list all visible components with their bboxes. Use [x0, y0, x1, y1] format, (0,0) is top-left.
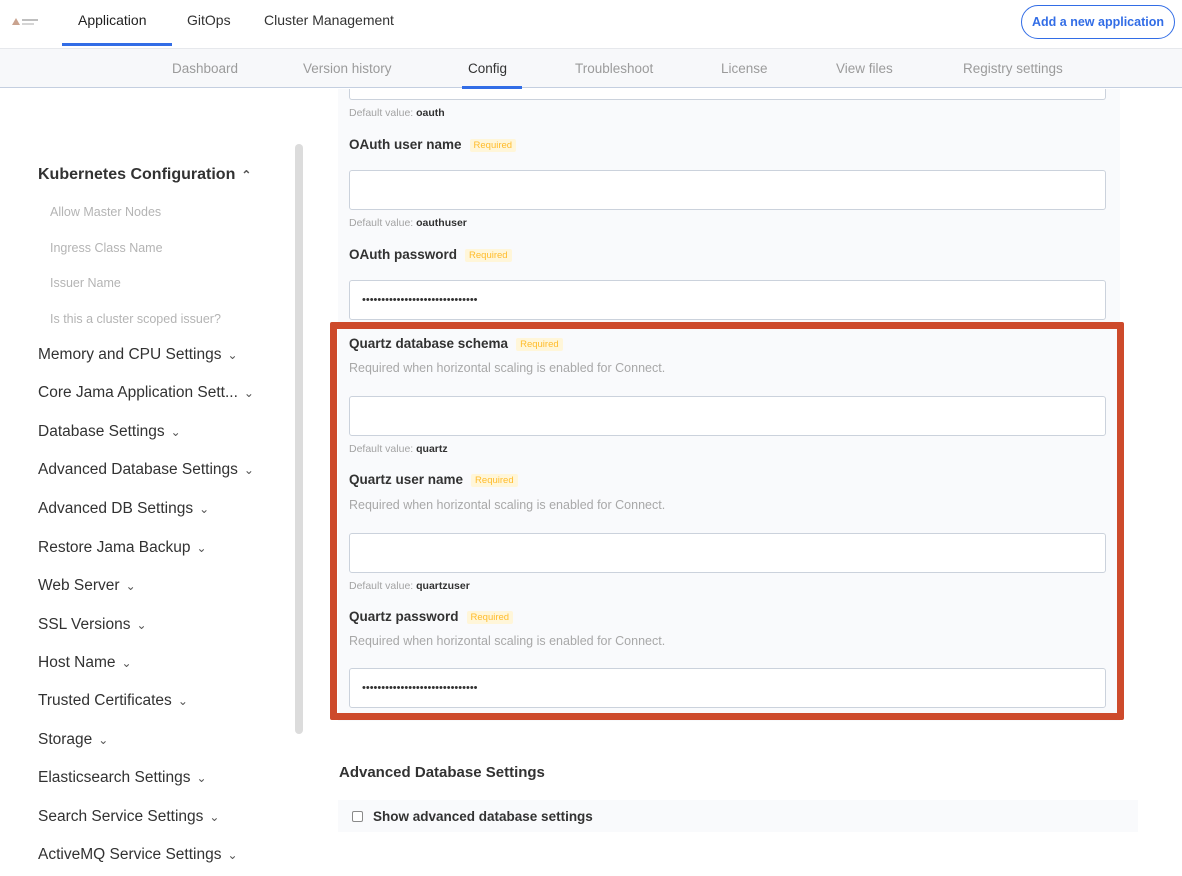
chevron-down-icon: ⌄ — [121, 656, 132, 670]
sidebar-item-trusted-certificates[interactable]: Trusted Certificates ⌄ — [38, 692, 188, 710]
show-advanced-settings-label[interactable]: Show advanced database settings — [373, 809, 593, 824]
sidebar-item-advanced-database-settings[interactable]: Advanced Database Settings ⌄ — [38, 461, 254, 479]
nav-tab-gitops[interactable]: GitOps — [187, 12, 231, 28]
required-badge: Required — [471, 473, 518, 487]
tab-dashboard[interactable]: Dashboard — [172, 61, 238, 76]
sidebar-subitem-allow-master-nodes[interactable]: Allow Master Nodes — [50, 205, 161, 219]
sidebar-item-label: Core Jama Application Sett... — [38, 384, 238, 401]
chevron-down-icon: ⌄ — [243, 463, 254, 477]
sidebar-item-label: Database Settings — [38, 423, 165, 440]
app-logo-icon — [12, 18, 38, 25]
chevron-down-icon: ⌄ — [196, 541, 207, 555]
quartz-password-label: Quartz password Required — [349, 609, 514, 624]
sidebar-item-label: Advanced DB Settings — [38, 500, 194, 517]
chevron-down-icon: ⌄ — [209, 810, 220, 824]
oauth-user-name-label: OAuth user name Required — [349, 137, 517, 152]
sidebar-item-restore-jama-backup[interactable]: Restore Jama Backup ⌄ — [38, 539, 207, 557]
sidebar-item-label: Trusted Certificates — [38, 692, 172, 709]
quartz-password-input[interactable] — [349, 668, 1106, 708]
sidebar-subitem-ingress-class-name[interactable]: Ingress Class Name — [50, 241, 163, 255]
sidebar-item-label: Search Service Settings — [38, 808, 204, 825]
required-badge: Required — [465, 248, 512, 262]
sidebar-item-ssl-versions[interactable]: SSL Versions ⌄ — [38, 616, 147, 634]
sidebar-item-elasticsearch-settings[interactable]: Elasticsearch Settings ⌄ — [38, 769, 207, 787]
quartz-user-help-text: Required when horizontal scaling is enab… — [349, 498, 666, 512]
chevron-down-icon: ⌄ — [199, 502, 210, 516]
sidebar-item-label: SSL Versions — [38, 616, 131, 633]
quartz-user-name-label: Quartz user name Required — [349, 472, 518, 487]
sidebar-item-label: Host Name — [38, 654, 116, 671]
quartz-user-default-value: Default value: quartzuser — [349, 580, 470, 592]
required-badge: Required — [516, 337, 563, 351]
sidebar-item-label: Restore Jama Backup — [38, 539, 191, 556]
sidebar-subitem-issuer-name[interactable]: Issuer Name — [50, 276, 121, 290]
chevron-down-icon: ⌄ — [98, 733, 109, 747]
quartz-user-name-input[interactable] — [349, 533, 1106, 573]
sidebar-item-core-jama[interactable]: Core Jama Application Sett... ⌄ — [38, 384, 254, 402]
quartz-schema-default-value: Default value: quartz — [349, 443, 448, 455]
sidebar-item-label: Storage — [38, 731, 93, 748]
chevron-down-icon: ⌄ — [177, 694, 188, 708]
quartz-password-help-text: Required when horizontal scaling is enab… — [349, 634, 666, 648]
nav-active-indicator — [62, 43, 172, 46]
chevron-up-icon: ⌃ — [241, 168, 252, 182]
chevron-down-icon: ⌄ — [227, 848, 238, 862]
quartz-schema-input[interactable] — [349, 396, 1106, 436]
oauth-user-name-input[interactable] — [349, 170, 1106, 210]
tab-registry-settings[interactable]: Registry settings — [963, 61, 1063, 76]
chevron-down-icon: ⌄ — [227, 348, 238, 362]
sidebar-item-host-name[interactable]: Host Name ⌄ — [38, 654, 132, 672]
tab-troubleshoot[interactable]: Troubleshoot — [575, 61, 653, 76]
chevron-down-icon: ⌄ — [125, 579, 136, 593]
chevron-down-icon: ⌄ — [136, 618, 147, 632]
show-advanced-settings-checkbox[interactable] — [352, 810, 363, 822]
oauth-password-input[interactable] — [349, 280, 1106, 320]
quartz-schema-help-text: Required when horizontal scaling is enab… — [349, 361, 666, 375]
chevron-down-icon: ⌄ — [196, 771, 207, 785]
sidebar-item-activemq-service-settings[interactable]: ActiveMQ Service Settings ⌄ — [38, 846, 238, 864]
required-badge: Required — [466, 610, 514, 624]
tab-license[interactable]: License — [721, 61, 768, 76]
sidebar-item-label: Memory and CPU Settings — [38, 346, 222, 363]
oauth-user-default-value: Default value: oauthuser — [349, 217, 467, 229]
sidebar-item-label: Elasticsearch Settings — [38, 769, 191, 786]
chevron-down-icon: ⌄ — [243, 386, 254, 400]
nav-tab-application[interactable]: Application — [78, 12, 147, 28]
required-badge: Required — [469, 138, 517, 152]
chevron-down-icon: ⌄ — [170, 425, 181, 439]
sidebar-item-storage[interactable]: Storage ⌄ — [38, 731, 108, 749]
tab-view-files[interactable]: View files — [836, 61, 893, 76]
sidebar-item-web-server[interactable]: Web Server ⌄ — [38, 577, 136, 595]
nav-tab-cluster-management[interactable]: Cluster Management — [264, 12, 394, 28]
oauth-password-label: OAuth password Required — [349, 247, 512, 262]
top-navigation: Application GitOps Cluster Management Ad… — [0, 0, 1182, 46]
sidebar-group-kubernetes-configuration[interactable]: Kubernetes Configuration ⌃ — [38, 166, 251, 184]
sidebar-group-label: Kubernetes Configuration — [38, 166, 236, 183]
sidebar-item-advanced-db-settings[interactable]: Advanced DB Settings ⌄ — [38, 500, 209, 518]
sidebar-item-database-settings[interactable]: Database Settings ⌄ — [38, 423, 181, 441]
sub-navigation: Dashboard Version history Config Trouble… — [0, 48, 1182, 89]
quartz-schema-label: Quartz database schema Required — [349, 336, 563, 351]
sidebar-item-memory-cpu[interactable]: Memory and CPU Settings ⌄ — [38, 346, 238, 364]
previous-field-input[interactable] — [349, 89, 1106, 100]
sidebar-item-search-service-settings[interactable]: Search Service Settings ⌄ — [38, 808, 219, 826]
sidebar-item-label: ActiveMQ Service Settings — [38, 846, 222, 863]
advanced-database-settings-title: Advanced Database Settings — [339, 764, 545, 781]
oauth-default-value: Default value: oauth — [349, 107, 445, 119]
sidebar-subitem-cluster-scoped-issuer[interactable]: Is this a cluster scoped issuer? — [50, 312, 221, 326]
add-new-application-button[interactable]: Add a new application — [1021, 5, 1175, 39]
sidebar-item-label: Advanced Database Settings — [38, 461, 238, 478]
sidebar-scrollbar[interactable] — [295, 144, 303, 734]
show-advanced-settings-row[interactable]: Show advanced database settings — [338, 800, 1138, 832]
tab-version-history[interactable]: Version history — [303, 61, 392, 76]
tab-config[interactable]: Config — [468, 61, 507, 76]
sidebar-item-label: Web Server — [38, 577, 120, 594]
